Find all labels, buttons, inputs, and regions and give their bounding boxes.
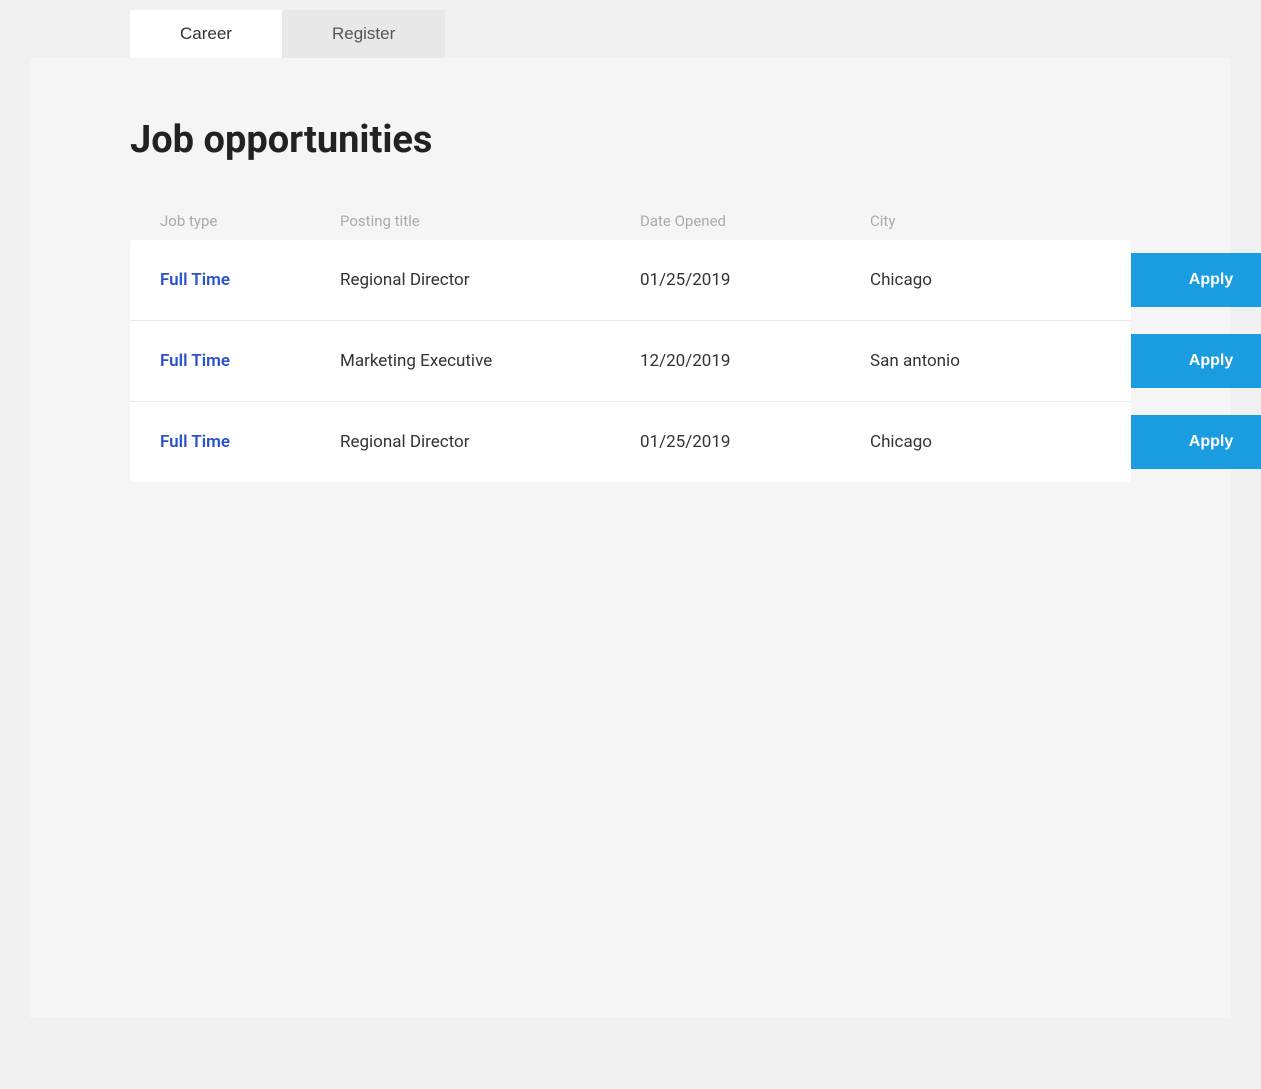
posting-title-2: Marketing Executive <box>340 351 640 371</box>
header-date-opened: Date Opened <box>640 212 870 230</box>
job-type-2: Full Time <box>160 351 340 371</box>
table-row: Full Time Regional Director 01/25/2019 C… <box>130 240 1131 321</box>
table-header: Job type Posting title Date Opened City <box>130 212 1131 230</box>
jobs-table: Full Time Regional Director 01/25/2019 C… <box>130 240 1131 482</box>
posting-title-3: Regional Director <box>340 432 640 452</box>
city-3: Chicago <box>870 432 1090 452</box>
date-opened-3: 01/25/2019 <box>640 432 870 452</box>
header-action <box>1090 212 1250 230</box>
apply-button-1[interactable]: Apply <box>1131 253 1261 307</box>
tabs-container: Career Register <box>130 0 1261 58</box>
job-type-1: Full Time <box>160 270 340 290</box>
header-job-type: Job type <box>160 212 340 230</box>
table-row: Full Time Regional Director 01/25/2019 C… <box>130 402 1131 482</box>
city-1: Chicago <box>870 270 1090 290</box>
header-posting-title: Posting title <box>340 212 640 230</box>
job-type-3: Full Time <box>160 432 340 452</box>
tab-career[interactable]: Career <box>130 10 282 58</box>
main-content: Job opportunities Job type Posting title… <box>30 58 1231 1018</box>
page-title: Job opportunities <box>130 118 1131 162</box>
header-city: City <box>870 212 1090 230</box>
date-opened-2: 12/20/2019 <box>640 351 870 371</box>
date-opened-1: 01/25/2019 <box>640 270 870 290</box>
posting-title-1: Regional Director <box>340 270 640 290</box>
apply-button-3[interactable]: Apply <box>1131 415 1261 469</box>
city-2: San antonio <box>870 351 1090 371</box>
table-row: Full Time Marketing Executive 12/20/2019… <box>130 321 1131 402</box>
apply-button-2[interactable]: Apply <box>1131 334 1261 388</box>
tab-register[interactable]: Register <box>282 10 445 58</box>
